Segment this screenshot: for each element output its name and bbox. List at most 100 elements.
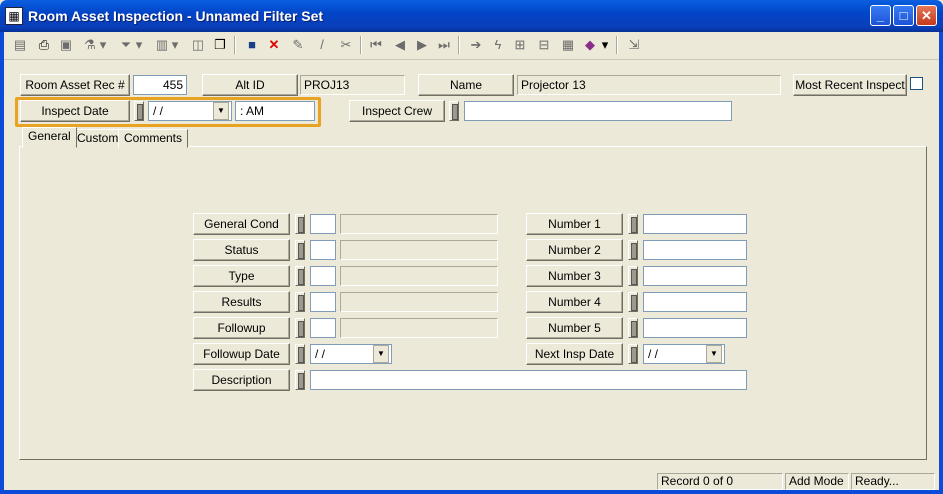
results-code-field[interactable] [310,292,336,312]
toolbar-separator [234,36,236,54]
window-title: Room Asset Inspection - Unnamed Filter S… [28,8,324,24]
window-border-bottom [0,490,943,494]
name-label[interactable]: Name [418,74,514,96]
minimize-button[interactable]: _ [870,5,891,26]
inspect-date-highlight [15,97,321,127]
followup-date-label[interactable]: Followup Date [193,343,290,365]
pencil-icon[interactable]: / [312,35,332,55]
ready-status: Ready... [851,473,935,490]
number-3-label[interactable]: Number 3 [526,265,623,287]
window-border-left [0,32,4,494]
type-label[interactable]: Type [193,265,290,287]
app-icon[interactable]: ▦ [5,7,23,25]
arrow-icon[interactable]: ➔ [466,35,486,55]
window-border-right [939,32,943,494]
status-indicator [295,240,305,260]
name-field[interactable]: Projector 13 [517,75,781,95]
status-code-field[interactable] [310,240,336,260]
number-1-field[interactable] [643,214,747,234]
chevron-down-icon[interactable]: ▾ [600,35,610,55]
number-3-indicator [628,266,638,286]
inspect-crew-field[interactable] [464,101,732,121]
followup-indicator [295,318,305,338]
page-icon[interactable]: ▥ [152,35,172,55]
followup-date-dropdown-icon[interactable]: ▼ [373,345,389,363]
number-4-indicator [628,292,638,312]
record-status: Record 0 of 0 [657,473,783,490]
inspect-crew-indicator [449,101,459,121]
chevron-down-icon[interactable]: ▾ [98,35,108,55]
general-cond-code-field[interactable] [310,214,336,234]
next-insp-date-indicator [628,344,638,364]
maximize-button[interactable]: □ [893,5,914,26]
book-icon[interactable]: ◆ [580,35,600,55]
last-icon[interactable]: ⏭ [434,35,454,55]
next-insp-date-label[interactable]: Next Insp Date [526,343,623,365]
room-asset-field[interactable]: 455 [133,75,187,95]
form-icon[interactable]: ◫ [188,35,208,55]
number-2-label[interactable]: Number 2 [526,239,623,261]
first-icon[interactable]: ⏮ [366,35,386,55]
tab-general[interactable]: General [22,127,77,148]
most-recent-inspect-label[interactable]: Most Recent Inspect [793,74,907,96]
next-icon[interactable]: ▶ [412,35,432,55]
tree-icon[interactable]: ⊟ [534,35,554,55]
network-icon[interactable]: ⊞ [510,35,530,55]
toolbar-separator [616,36,618,54]
number-4-field[interactable] [643,292,747,312]
list-icon[interactable]: ▦ [558,35,578,55]
mode-status: Add Mode [785,473,849,490]
general-cond-desc-field[interactable] [340,214,498,234]
type-desc-field[interactable] [340,266,498,286]
number-4-label[interactable]: Number 4 [526,291,623,313]
alt-id-field[interactable]: PROJ13 [300,75,405,95]
type-code-field[interactable] [310,266,336,286]
number-1-indicator [628,214,638,234]
prev-icon[interactable]: ◀ [390,35,410,55]
followup-code-field[interactable] [310,318,336,338]
tab-comments[interactable]: Comments [118,129,189,148]
inspect-crew-label[interactable]: Inspect Crew [349,100,445,122]
delete-icon[interactable]: ✕ [264,35,284,55]
number-5-label[interactable]: Number 5 [526,317,623,339]
most-recent-inspect-checkbox[interactable] [910,77,923,90]
number-2-field[interactable] [643,240,747,260]
general-cond-indicator [295,214,305,234]
description-indicator [295,370,305,390]
chevron-down-icon[interactable]: ▾ [134,35,144,55]
lightning-icon[interactable]: ϟ [488,35,508,55]
grid-icon[interactable]: ▤ [10,35,30,55]
toolbar-separator [458,36,460,54]
next-insp-date-dropdown-icon[interactable]: ▼ [706,345,722,363]
edit-book-icon[interactable]: ✎ [288,35,308,55]
number-2-indicator [628,240,638,260]
general-cond-label[interactable]: General Cond [193,213,290,235]
export-icon[interactable]: ⇲ [624,35,644,55]
printer-icon[interactable]: ⎙ [34,35,54,55]
number-5-indicator [628,318,638,338]
number-1-label[interactable]: Number 1 [526,213,623,235]
number-3-field[interactable] [643,266,747,286]
status-desc-field[interactable] [340,240,498,260]
number-5-field[interactable] [643,318,747,338]
followup-label[interactable]: Followup [193,317,290,339]
chevron-down-icon[interactable]: ▾ [170,35,180,55]
alt-id-label[interactable]: Alt ID [202,74,298,96]
scissors-icon[interactable]: ✂ [336,35,356,55]
copy-icon[interactable]: ❐ [210,35,230,55]
description-label[interactable]: Description [193,369,290,391]
room-asset-label[interactable]: Room Asset Rec # [20,74,130,96]
funnel-icon[interactable]: ⏷ [116,35,136,55]
followup-desc-field[interactable] [340,318,498,338]
description-field[interactable] [310,370,747,390]
status-label[interactable]: Status [193,239,290,261]
filter-icon[interactable]: ⚗ [80,35,100,55]
save-icon[interactable]: ■ [242,35,262,55]
tab-custom[interactable]: Custom [71,129,125,148]
type-indicator [295,266,305,286]
results-label[interactable]: Results [193,291,290,313]
results-indicator [295,292,305,312]
results-desc-field[interactable] [340,292,498,312]
print-preview-icon[interactable]: ▣ [56,35,76,55]
close-button[interactable]: ✕ [916,5,937,26]
